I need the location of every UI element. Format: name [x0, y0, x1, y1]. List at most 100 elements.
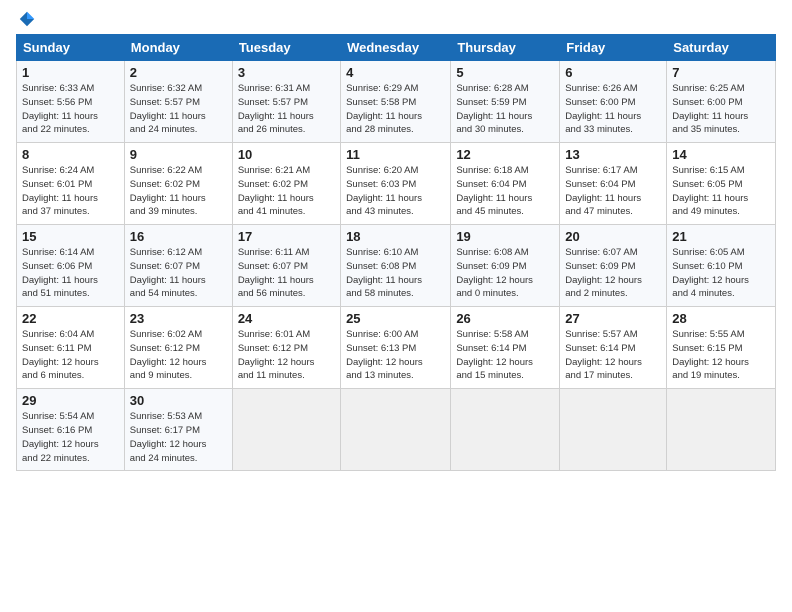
weekday-header-thursday: Thursday [451, 35, 560, 61]
day-info: Sunrise: 6:24 AMSunset: 6:01 PMDaylight:… [22, 164, 119, 219]
day-info: Sunrise: 5:58 AMSunset: 6:14 PMDaylight:… [456, 328, 554, 383]
day-info: Sunrise: 6:20 AMSunset: 6:03 PMDaylight:… [346, 164, 445, 219]
weekday-header-friday: Friday [560, 35, 667, 61]
day-info: Sunrise: 6:05 AMSunset: 6:10 PMDaylight:… [672, 246, 770, 301]
day-info: Sunrise: 6:08 AMSunset: 6:09 PMDaylight:… [456, 246, 554, 301]
day-info: Sunrise: 6:14 AMSunset: 6:06 PMDaylight:… [22, 246, 119, 301]
calendar-cell: 30 Sunrise: 5:53 AMSunset: 6:17 PMDayligh… [124, 389, 232, 471]
day-info: Sunrise: 6:01 AMSunset: 6:12 PMDaylight:… [238, 328, 335, 383]
day-info: Sunrise: 6:04 AMSunset: 6:11 PMDaylight:… [22, 328, 119, 383]
day-info: Sunrise: 6:29 AMSunset: 5:58 PMDaylight:… [346, 82, 445, 137]
calendar-cell: 6Sunrise: 6:26 AMSunset: 6:00 PMDaylight… [560, 61, 667, 143]
calendar-cell: 1 Sunrise: 6:33 AMSunset: 5:56 PMDaylight… [17, 61, 125, 143]
calendar-cell [451, 389, 560, 471]
day-info: Sunrise: 5:54 AMSunset: 6:16 PMDaylight:… [22, 410, 119, 465]
calendar-cell: 27Sunrise: 5:57 AMSunset: 6:14 PMDayligh… [560, 307, 667, 389]
day-number: 7 [672, 65, 770, 80]
day-number: 21 [672, 229, 770, 244]
day-info: Sunrise: 6:21 AMSunset: 6:02 PMDaylight:… [238, 164, 335, 219]
day-number: 22 [22, 311, 119, 326]
calendar-cell: 10 Sunrise: 6:21 AMSunset: 6:02 PMDayligh… [232, 143, 340, 225]
day-info: Sunrise: 6:11 AMSunset: 6:07 PMDaylight:… [238, 246, 335, 301]
day-number: 11 [346, 147, 445, 162]
day-number: 3 [238, 65, 335, 80]
day-number: 28 [672, 311, 770, 326]
day-info: Sunrise: 6:18 AMSunset: 6:04 PMDaylight:… [456, 164, 554, 219]
day-number: 20 [565, 229, 661, 244]
day-info: Sunrise: 6:02 AMSunset: 6:12 PMDaylight:… [130, 328, 227, 383]
calendar-table: SundayMondayTuesdayWednesdayThursdayFrid… [16, 34, 776, 471]
calendar-cell: 21 Sunrise: 6:05 AMSunset: 6:10 PMDayligh… [667, 225, 776, 307]
day-info: Sunrise: 6:25 AMSunset: 6:00 PMDaylight:… [672, 82, 770, 137]
day-number: 23 [130, 311, 227, 326]
day-number: 13 [565, 147, 661, 162]
day-info: Sunrise: 5:53 AMSunset: 6:17 PMDaylight:… [130, 410, 227, 465]
calendar-cell: 20Sunrise: 6:07 AMSunset: 6:09 PMDayligh… [560, 225, 667, 307]
day-info: Sunrise: 6:31 AMSunset: 5:57 PMDaylight:… [238, 82, 335, 137]
calendar-cell: 4 Sunrise: 6:29 AMSunset: 5:58 PMDaylight… [341, 61, 451, 143]
calendar-cell [232, 389, 340, 471]
day-info: Sunrise: 6:17 AMSunset: 6:04 PMDaylight:… [565, 164, 661, 219]
calendar-cell: 8 Sunrise: 6:24 AMSunset: 6:01 PMDaylight… [17, 143, 125, 225]
day-number: 10 [238, 147, 335, 162]
weekday-header-monday: Monday [124, 35, 232, 61]
day-number: 15 [22, 229, 119, 244]
calendar-cell: 3 Sunrise: 6:31 AMSunset: 5:57 PMDaylight… [232, 61, 340, 143]
calendar-cell: 24Sunrise: 6:01 AMSunset: 6:12 PMDayligh… [232, 307, 340, 389]
calendar-cell: 23 Sunrise: 6:02 AMSunset: 6:12 PMDayligh… [124, 307, 232, 389]
day-number: 17 [238, 229, 335, 244]
calendar-week-2: 8 Sunrise: 6:24 AMSunset: 6:01 PMDaylight… [17, 143, 776, 225]
calendar-week-4: 22 Sunrise: 6:04 AMSunset: 6:11 PMDayligh… [17, 307, 776, 389]
day-number: 1 [22, 65, 119, 80]
calendar-cell: 28 Sunrise: 5:55 AMSunset: 6:15 PMDayligh… [667, 307, 776, 389]
calendar-cell: 15 Sunrise: 6:14 AMSunset: 6:06 PMDayligh… [17, 225, 125, 307]
weekday-header-saturday: Saturday [667, 35, 776, 61]
calendar-cell: 13 Sunrise: 6:17 AMSunset: 6:04 PMDayligh… [560, 143, 667, 225]
day-number: 4 [346, 65, 445, 80]
logo-icon [18, 10, 36, 28]
calendar-cell: 25 Sunrise: 6:00 AMSunset: 6:13 PMDayligh… [341, 307, 451, 389]
calendar-week-3: 15 Sunrise: 6:14 AMSunset: 6:06 PMDayligh… [17, 225, 776, 307]
calendar-cell: 12Sunrise: 6:18 AMSunset: 6:04 PMDayligh… [451, 143, 560, 225]
calendar-cell: 29 Sunrise: 5:54 AMSunset: 6:16 PMDayligh… [17, 389, 125, 471]
calendar-week-1: 1 Sunrise: 6:33 AMSunset: 5:56 PMDaylight… [17, 61, 776, 143]
day-number: 2 [130, 65, 227, 80]
weekday-header-tuesday: Tuesday [232, 35, 340, 61]
calendar-cell: 22 Sunrise: 6:04 AMSunset: 6:11 PMDayligh… [17, 307, 125, 389]
calendar-cell: 5Sunrise: 6:28 AMSunset: 5:59 PMDaylight… [451, 61, 560, 143]
day-number: 19 [456, 229, 554, 244]
day-number: 6 [565, 65, 661, 80]
day-info: Sunrise: 6:32 AMSunset: 5:57 PMDaylight:… [130, 82, 227, 137]
calendar-cell [341, 389, 451, 471]
day-info: Sunrise: 6:33 AMSunset: 5:56 PMDaylight:… [22, 82, 119, 137]
weekday-header-wednesday: Wednesday [341, 35, 451, 61]
day-number: 8 [22, 147, 119, 162]
weekday-header-row: SundayMondayTuesdayWednesdayThursdayFrid… [17, 35, 776, 61]
calendar-cell: 2 Sunrise: 6:32 AMSunset: 5:57 PMDaylight… [124, 61, 232, 143]
calendar-cell: 18 Sunrise: 6:10 AMSunset: 6:08 PMDayligh… [341, 225, 451, 307]
calendar-week-5: 29 Sunrise: 5:54 AMSunset: 6:16 PMDayligh… [17, 389, 776, 471]
weekday-header-sunday: Sunday [17, 35, 125, 61]
day-number: 14 [672, 147, 770, 162]
day-number: 29 [22, 393, 119, 408]
day-number: 30 [130, 393, 227, 408]
day-info: Sunrise: 6:22 AMSunset: 6:02 PMDaylight:… [130, 164, 227, 219]
calendar-cell: 26Sunrise: 5:58 AMSunset: 6:14 PMDayligh… [451, 307, 560, 389]
day-info: Sunrise: 6:10 AMSunset: 6:08 PMDaylight:… [346, 246, 445, 301]
calendar-cell: 19 Sunrise: 6:08 AMSunset: 6:09 PMDayligh… [451, 225, 560, 307]
day-info: Sunrise: 6:00 AMSunset: 6:13 PMDaylight:… [346, 328, 445, 383]
day-info: Sunrise: 5:55 AMSunset: 6:15 PMDaylight:… [672, 328, 770, 383]
day-number: 27 [565, 311, 661, 326]
calendar-cell: 16Sunrise: 6:12 AMSunset: 6:07 PMDayligh… [124, 225, 232, 307]
day-number: 5 [456, 65, 554, 80]
day-number: 16 [130, 229, 227, 244]
day-info: Sunrise: 6:15 AMSunset: 6:05 PMDaylight:… [672, 164, 770, 219]
calendar-cell: 7 Sunrise: 6:25 AMSunset: 6:00 PMDaylight… [667, 61, 776, 143]
logo [16, 10, 36, 28]
calendar-cell: 14 Sunrise: 6:15 AMSunset: 6:05 PMDayligh… [667, 143, 776, 225]
day-number: 18 [346, 229, 445, 244]
day-number: 9 [130, 147, 227, 162]
calendar-cell: 17 Sunrise: 6:11 AMSunset: 6:07 PMDayligh… [232, 225, 340, 307]
header [16, 10, 776, 28]
day-number: 25 [346, 311, 445, 326]
